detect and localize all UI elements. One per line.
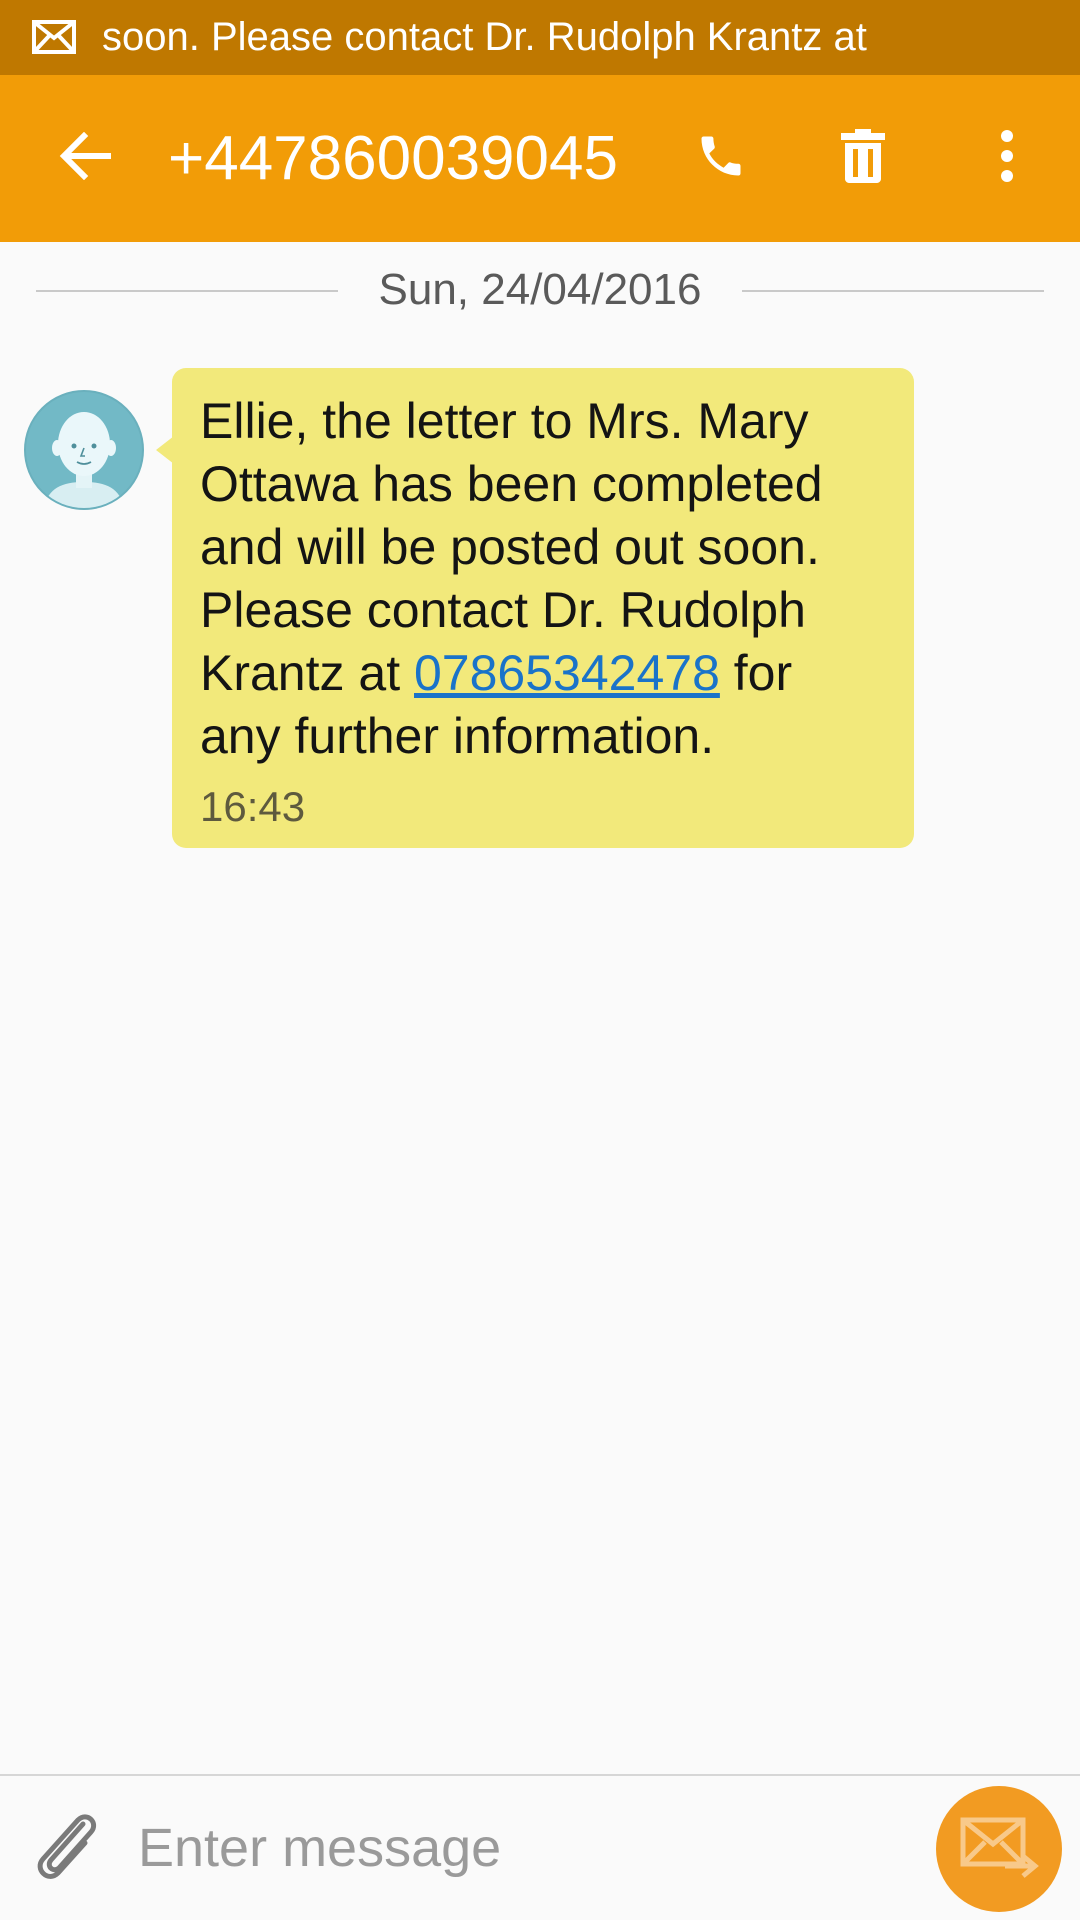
notification-bar: soon. Please contact Dr. Rudolph Krantz … — [0, 0, 1080, 75]
divider — [742, 290, 1044, 292]
message-input[interactable] — [138, 1800, 898, 1896]
message-composer — [0, 1774, 1080, 1920]
conversation-date: Sun, 24/04/2016 — [378, 265, 702, 314]
call-button[interactable] — [676, 75, 766, 242]
paperclip-icon — [31, 1808, 101, 1889]
attach-button[interactable] — [26, 1806, 106, 1890]
send-button[interactable] — [936, 1786, 1062, 1912]
date-separator: Sun, 24/04/2016 — [36, 262, 1044, 318]
mail-icon — [32, 20, 76, 54]
send-mail-icon — [959, 1816, 1039, 1883]
trash-icon — [839, 129, 887, 188]
message-text: Ellie, the letter to Mrs. Mary Ottawa ha… — [200, 390, 886, 768]
divider — [36, 290, 338, 292]
app-bar: +447860039045 — [0, 75, 1080, 242]
back-arrow-icon — [58, 131, 112, 185]
received-message-bubble[interactable]: Ellie, the letter to Mrs. Mary Ottawa ha… — [172, 368, 914, 848]
notification-ticker-text: soon. Please contact Dr. Rudolph Krantz … — [102, 15, 867, 59]
phone-icon — [695, 130, 747, 187]
delete-button[interactable] — [818, 75, 908, 242]
default-person-icon — [44, 412, 124, 508]
message-timestamp: 16:43 — [200, 783, 306, 830]
back-button[interactable] — [40, 75, 130, 242]
more-options-button[interactable] — [962, 75, 1052, 242]
phone-number-link[interactable]: 07865342478 — [414, 645, 720, 701]
contact-avatar[interactable] — [24, 390, 144, 510]
more-vert-icon — [1000, 130, 1014, 187]
contact-number-title: +447860039045 — [168, 124, 618, 193]
